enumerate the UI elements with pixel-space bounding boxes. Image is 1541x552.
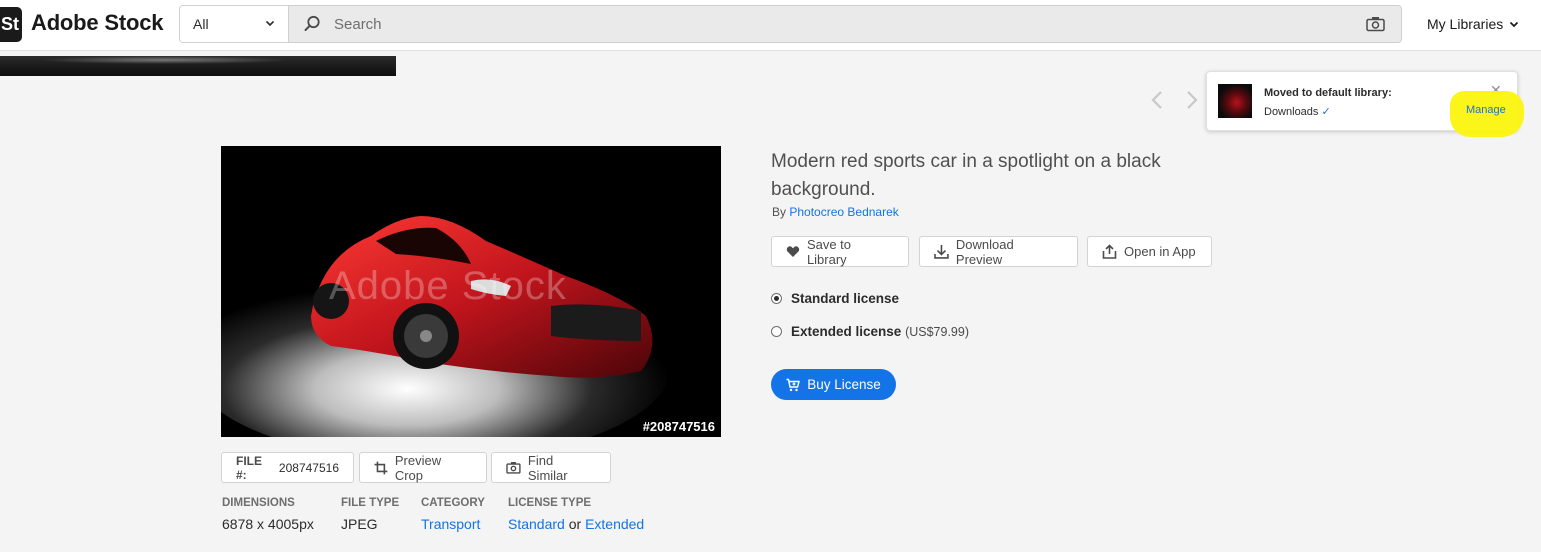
file-type-label: FILE TYPE [341, 497, 400, 509]
asset-title: Modern red sports car in a spotlight on … [771, 151, 1161, 200]
license-or-text: or [568, 516, 582, 532]
toast-library-name: Downloads [1264, 106, 1319, 118]
standard-license-radio[interactable] [771, 293, 782, 304]
download-icon [934, 245, 949, 259]
category-link[interactable]: Transport [421, 516, 480, 532]
download-preview-label: Download Preview [955, 236, 1014, 267]
asset-byline: By Photocreo Bednarek [772, 205, 899, 219]
download-preview-button[interactable]: Download Preview [919, 236, 1078, 267]
extended-license-option[interactable]: Extended license (US$79.99) [771, 324, 969, 339]
file-number-value: 208747516 [278, 460, 339, 475]
file-type-value: JPEG [341, 516, 378, 532]
adobe-stock-logo[interactable]: Adobe Stock [31, 10, 163, 36]
heart-icon [786, 246, 800, 257]
next-arrow-icon[interactable] [1185, 90, 1199, 115]
extended-license-link[interactable]: Extended [585, 516, 644, 532]
camera-icon [506, 462, 521, 474]
standard-license-link[interactable]: Standard [508, 516, 565, 532]
my-libraries-label: My Libraries [1427, 16, 1504, 32]
search-input[interactable] [330, 10, 1338, 38]
standard-license-label: Standard license [791, 291, 900, 306]
save-to-library-button[interactable]: Save to Library [771, 236, 909, 267]
buy-license-label: Buy License [807, 377, 881, 392]
asset-id-overlay: #208747516 [642, 419, 715, 434]
chevron-down-icon [1510, 21, 1519, 28]
dimensions-label: DIMENSIONS [222, 497, 295, 509]
open-in-app-label: Open in App [1124, 244, 1196, 259]
file-number-label: FILE #: [236, 453, 262, 482]
search-scope-label: All [193, 16, 209, 32]
preview-crop-label: Preview Crop [394, 452, 442, 483]
standard-license-option[interactable]: Standard license [771, 291, 899, 306]
license-type-label: LICENSE TYPE [508, 497, 592, 509]
cart-icon [786, 378, 801, 391]
extended-license-price: (US$79.99) [905, 325, 969, 339]
previous-arrow-icon[interactable] [1150, 90, 1164, 115]
find-similar-button[interactable]: Find Similar [491, 452, 611, 483]
preview-crop-button[interactable]: Preview Crop [359, 452, 487, 483]
camera-search-icon[interactable] [1366, 16, 1385, 37]
extended-license-radio[interactable] [771, 326, 782, 337]
asset-preview-image[interactable]: Adobe Stock #208747516 [221, 146, 721, 437]
share-icon [1102, 244, 1117, 259]
toast-title: Moved to default library: [1264, 87, 1392, 99]
buy-license-button[interactable]: Buy License [771, 369, 896, 400]
previous-image-strip [0, 56, 396, 76]
byline-prefix: By [772, 205, 787, 219]
find-similar-label: Find Similar [527, 452, 568, 483]
file-number-box: FILE #: 208747516 [221, 452, 354, 483]
open-in-app-button[interactable]: Open in App [1087, 236, 1212, 267]
dimensions-value: 6878 x 4005px [222, 516, 314, 532]
adobe-stock-logo-mark[interactable]: St [0, 7, 22, 42]
license-type-value: Standard or Extended [508, 516, 644, 532]
toast-library: Downloads ✓ [1264, 105, 1331, 118]
crop-icon [374, 461, 388, 474]
chevron-down-icon [265, 15, 275, 33]
my-libraries-menu[interactable]: My Libraries [1427, 16, 1519, 32]
category-label: CATEGORY [421, 497, 485, 509]
search-icon [304, 15, 321, 37]
extended-license-label: Extended license [791, 324, 902, 339]
checkmark-icon: ✓ [1321, 106, 1331, 118]
search-scope-dropdown[interactable]: All [180, 6, 289, 42]
manage-link[interactable]: Manage [1466, 104, 1506, 116]
save-to-library-label: Save to Library [806, 236, 852, 267]
adobe-stock-watermark: Adobe Stock [329, 264, 567, 308]
toast-thumbnail [1218, 84, 1252, 118]
author-link[interactable]: Photocreo Bednarek [789, 205, 898, 219]
